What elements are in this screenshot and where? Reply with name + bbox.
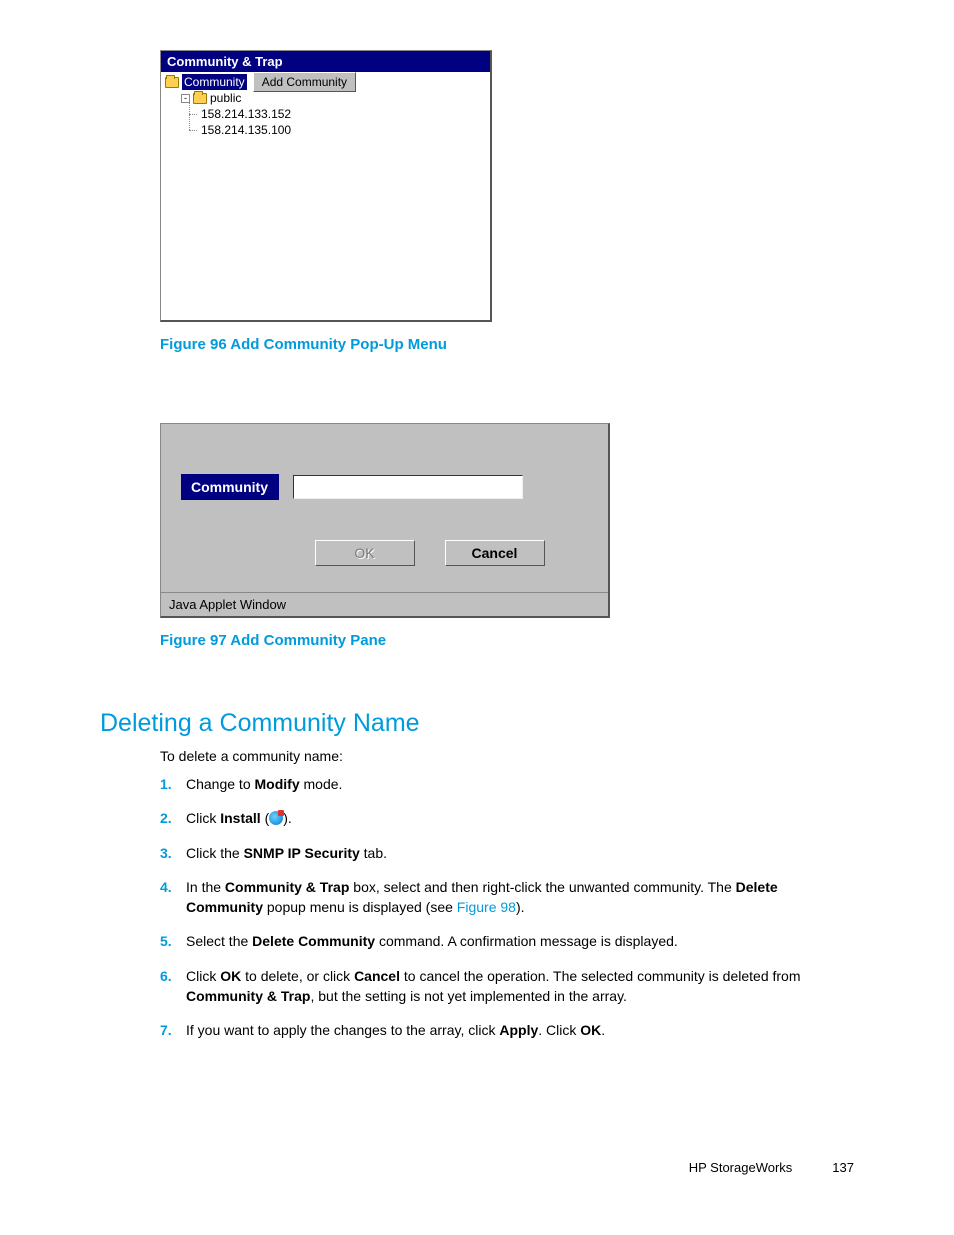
step-5: Select the Delete Community command. A c…: [160, 931, 854, 951]
figure-96-caption: Figure 96 Add Community Pop-Up Menu: [160, 336, 854, 353]
tree-child-label: public: [210, 90, 241, 106]
step-1: Change to Modify mode.: [160, 774, 854, 794]
tree-body: Community Add Community - public 158.214…: [161, 72, 490, 320]
folder-icon: [165, 77, 179, 88]
panel-title: Community & Trap: [161, 51, 490, 72]
tree-ip-row[interactable]: 158.214.135.100: [165, 122, 486, 138]
tree-ip-label: 158.214.133.152: [201, 106, 291, 122]
steps-list: Change to Modify mode. Click Install ().…: [186, 774, 854, 1041]
section-intro: To delete a community name:: [160, 748, 854, 764]
java-applet-status: Java Applet Window: [161, 592, 608, 616]
tree-ip-row[interactable]: 158.214.133.152: [165, 106, 486, 122]
figure-97-caption: Figure 97 Add Community Pane: [160, 632, 854, 649]
community-label: Community: [181, 474, 279, 500]
footer-brand: HP StorageWorks: [689, 1160, 793, 1175]
figure-98-link[interactable]: Figure 98: [457, 899, 516, 915]
community-trap-panel: Community & Trap Community Add Community…: [160, 50, 492, 322]
cancel-button[interactable]: Cancel: [445, 540, 545, 566]
step-2: Click Install ().: [160, 808, 854, 828]
step-4: In the Community & Trap box, select and …: [160, 877, 854, 918]
tree-root-label: Community: [182, 74, 247, 90]
add-community-dialog: Community OK Cancel Java Applet Window: [160, 423, 610, 618]
footer-page-number: 137: [832, 1160, 854, 1175]
ok-button[interactable]: OK: [315, 540, 415, 566]
step-7: If you want to apply the changes to the …: [160, 1020, 854, 1040]
section-heading: Deleting a Community Name: [100, 709, 854, 738]
install-icon: [269, 811, 283, 825]
step-6: Click OK to delete, or click Cancel to c…: [160, 966, 854, 1007]
community-input[interactable]: [293, 475, 523, 499]
tree-ip-label: 158.214.135.100: [201, 122, 291, 138]
page-footer: HP StorageWorks 137: [689, 1160, 854, 1175]
tree-root-row[interactable]: Community Add Community: [165, 74, 486, 90]
folder-icon: [193, 93, 207, 104]
tree-child-row[interactable]: - public: [165, 90, 486, 106]
add-community-menu-item[interactable]: Add Community: [253, 72, 356, 92]
step-3: Click the SNMP IP Security tab.: [160, 843, 854, 863]
